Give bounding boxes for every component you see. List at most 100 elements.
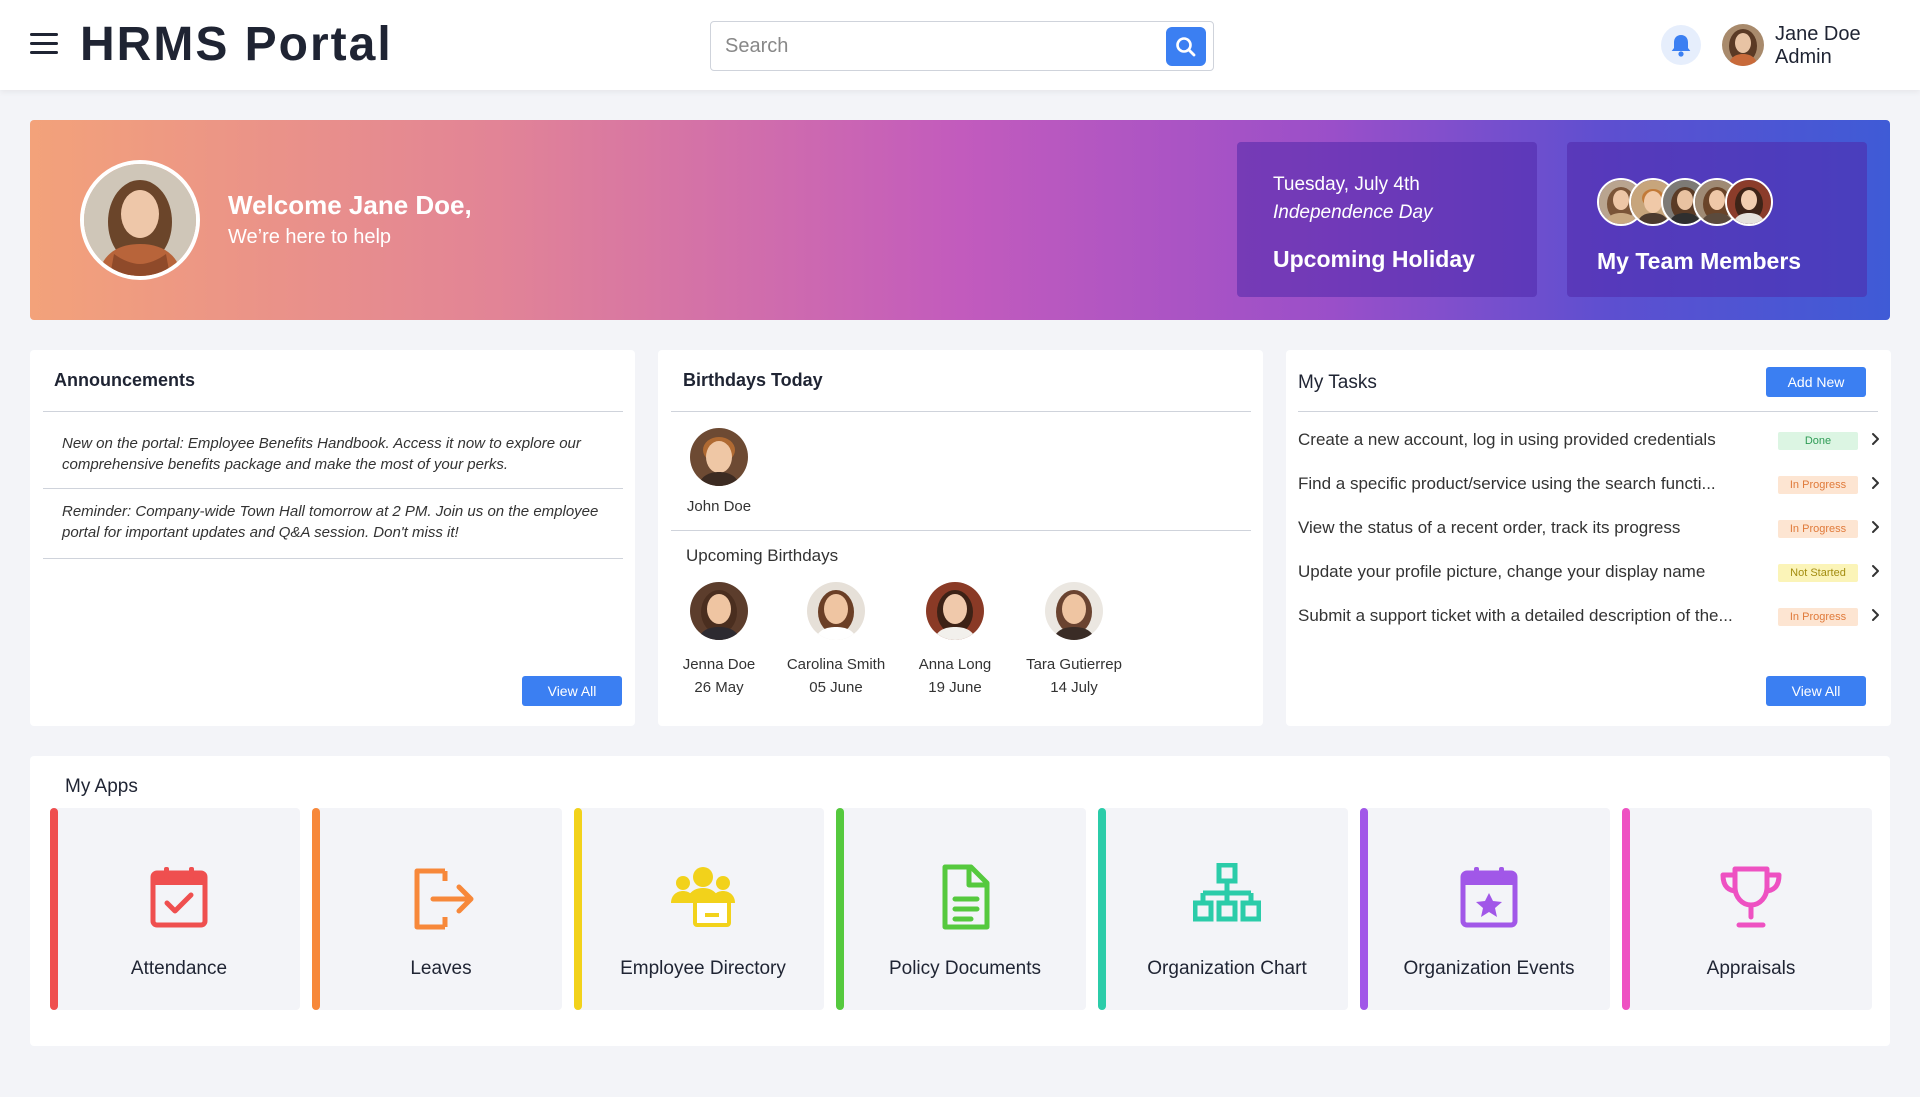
birthdays-card: Birthdays Today John Doe Upcoming Birthd… <box>658 350 1263 726</box>
birthday-today-name: John Doe <box>686 498 752 515</box>
birthday-date: 26 May <box>694 679 744 696</box>
app-accent-bar <box>50 808 58 1010</box>
divider <box>671 530 1251 531</box>
app-tile-employee-directory[interactable]: Employee Directory <box>574 808 824 1010</box>
upcoming-birthday-item[interactable]: Jenna Doe 26 May <box>659 582 779 696</box>
app-tile-organization-events[interactable]: Organization Events <box>1360 808 1610 1010</box>
app-label: Policy Documents <box>888 958 1042 979</box>
my-apps-card: My Apps Attendance Leaves Employee Direc… <box>30 756 1890 1046</box>
team-member-avatar <box>1725 178 1773 226</box>
my-apps-title: My Apps <box>65 776 138 797</box>
upcoming-birthday-item[interactable]: Anna Long 19 June <box>895 582 1015 696</box>
user-role: Admin <box>1775 46 1832 68</box>
app-tile-leaves[interactable]: Leaves <box>312 808 562 1010</box>
notifications-button[interactable] <box>1661 25 1701 65</box>
app-tile-policy-documents[interactable]: Policy Documents <box>836 808 1086 1010</box>
search-button[interactable] <box>1166 27 1206 66</box>
my-tasks-card: My Tasks Add New Create a new account, l… <box>1286 350 1891 726</box>
document-icon <box>942 864 990 930</box>
holiday-date: Tuesday, July 4th <box>1273 174 1420 195</box>
task-row[interactable]: Create a new account, log in using provi… <box>1298 424 1879 460</box>
task-text: Submit a support ticket with a detailed … <box>1298 606 1733 625</box>
birthday-name: Tara Gutierrep <box>1026 656 1122 673</box>
app-label: Organization Events <box>1403 958 1575 979</box>
divider <box>1298 411 1878 412</box>
search-input[interactable] <box>713 24 1153 68</box>
announcements-title: Announcements <box>54 370 196 390</box>
birthday-date: 19 June <box>928 679 982 696</box>
user-avatar[interactable] <box>1722 24 1764 66</box>
app-tile-appraisals[interactable]: Appraisals <box>1622 808 1872 1010</box>
birthday-avatar <box>1045 582 1103 640</box>
top-bar: HRMS Portal Jane Doe Admin <box>0 0 1920 90</box>
birthday-avatar <box>807 582 865 640</box>
chevron-right-icon <box>1872 609 1879 621</box>
task-text: Find a specific product/service using th… <box>1298 474 1716 493</box>
app-accent-bar <box>836 808 844 1010</box>
profile-photo <box>80 160 200 280</box>
upcoming-birthday-item[interactable]: Tara Gutierrep 14 July <box>1014 582 1134 696</box>
app-tile-organization-chart[interactable]: Organization Chart <box>1098 808 1348 1010</box>
team-members-card[interactable]: My Team Members <box>1567 142 1867 297</box>
search-icon <box>1176 37 1196 57</box>
add-new-task-button[interactable]: Add New <box>1766 367 1866 397</box>
task-status-badge: In Progress <box>1778 608 1858 626</box>
divider <box>43 488 623 489</box>
divider <box>671 411 1251 412</box>
app-label: Attendance <box>130 958 228 979</box>
trophy-icon <box>1720 866 1782 928</box>
divider <box>43 558 623 559</box>
upcoming-holiday-card[interactable]: Tuesday, July 4th Independence Day Upcom… <box>1237 142 1537 297</box>
birthday-today-avatar[interactable] <box>690 428 748 486</box>
chevron-right-icon <box>1872 477 1879 489</box>
calendar-check-icon <box>150 867 208 928</box>
search-box <box>710 21 1214 71</box>
task-row[interactable]: View the status of a recent order, track… <box>1298 512 1879 548</box>
task-status-badge: In Progress <box>1778 476 1858 494</box>
hamburger-menu-icon[interactable] <box>30 33 58 55</box>
announcements-view-all-button[interactable]: View All <box>522 676 622 706</box>
birthdays-title: Birthdays Today <box>683 370 823 390</box>
announcement-item[interactable]: Reminder: Company-wide Town Hall tomorro… <box>62 501 632 543</box>
exit-icon <box>414 868 474 930</box>
upcoming-birthdays-label: Upcoming Birthdays <box>686 546 839 565</box>
birthday-date: 14 July <box>1050 679 1098 696</box>
chevron-right-icon <box>1872 521 1879 533</box>
app-accent-bar <box>1622 808 1630 1010</box>
task-text: Create a new account, log in using provi… <box>1298 430 1716 449</box>
user-name: Jane Doe <box>1775 23 1861 45</box>
app-label: Appraisals <box>1706 958 1796 979</box>
my-tasks-title: My Tasks <box>1298 372 1377 393</box>
welcome-banner: Welcome Jane Doe, We’re here to help Tue… <box>30 120 1890 320</box>
welcome-title: Welcome Jane Doe, <box>228 190 472 220</box>
task-status-badge: Not Started <box>1778 564 1858 582</box>
divider <box>43 411 623 412</box>
task-text: View the status of a recent order, track… <box>1298 518 1681 537</box>
birthday-name: Jenna Doe <box>682 656 756 673</box>
task-status-badge: In Progress <box>1778 520 1858 538</box>
task-row[interactable]: Update your profile picture, change your… <box>1298 556 1879 592</box>
task-text: Update your profile picture, change your… <box>1298 562 1706 581</box>
app-label: Employee Directory <box>620 958 786 979</box>
birthday-avatar <box>690 582 748 640</box>
app-accent-bar <box>1098 808 1106 1010</box>
task-row[interactable]: Find a specific product/service using th… <box>1298 468 1879 504</box>
holiday-name: Independence Day <box>1273 202 1433 223</box>
upcoming-birthday-item[interactable]: Carolina Smith 05 June <box>776 582 896 696</box>
birthday-name: Anna Long <box>918 656 992 673</box>
announcement-item[interactable]: New on the portal: Employee Benefits Han… <box>62 433 632 475</box>
people-icon <box>671 867 735 927</box>
task-row[interactable]: Submit a support ticket with a detailed … <box>1298 600 1879 636</box>
birthday-name: Carolina Smith <box>786 656 886 673</box>
announcements-card: Announcements New on the portal: Employe… <box>30 350 635 726</box>
task-status-badge: Done <box>1778 432 1858 450</box>
team-members-label: My Team Members <box>1597 248 1802 274</box>
tasks-view-all-button[interactable]: View All <box>1766 676 1866 706</box>
app-title: HRMS Portal <box>80 18 393 71</box>
birthday-date: 05 June <box>809 679 863 696</box>
birthday-avatar <box>926 582 984 640</box>
org-chart-icon <box>1193 863 1261 922</box>
chevron-right-icon <box>1872 433 1879 445</box>
chevron-right-icon <box>1872 565 1879 577</box>
app-tile-attendance[interactable]: Attendance <box>50 808 300 1010</box>
